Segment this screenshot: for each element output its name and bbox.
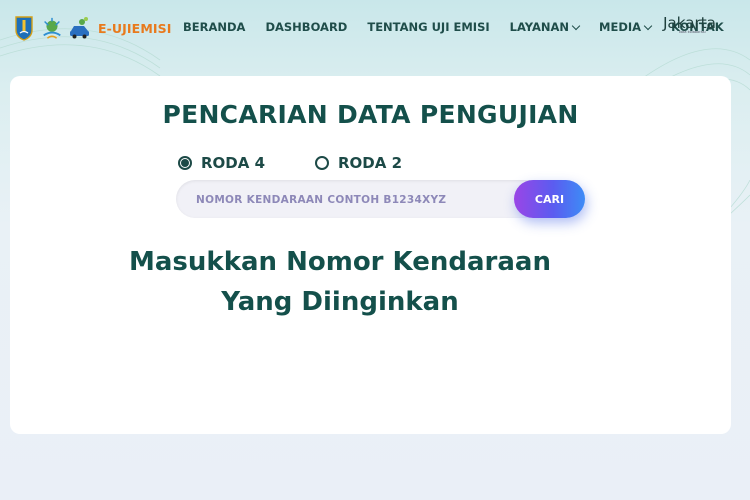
- environment-agency-logo-icon: [40, 14, 64, 42]
- radio-checked-icon[interactable]: [178, 156, 192, 170]
- search-button[interactable]: CARI: [514, 180, 585, 218]
- jakarta-city-logo[interactable]: Jakarta kota kolaborasi: [663, 14, 716, 34]
- nav-label: DASHBOARD: [265, 20, 348, 34]
- nav-label: MEDIA: [599, 20, 642, 34]
- nav-label: TENTANG UJI EMISI: [367, 20, 490, 34]
- radio-roda-4[interactable]: RODA 4: [178, 154, 315, 172]
- page-title: PENCARIAN DATA PENGUJIAN: [162, 100, 579, 129]
- radio-dot: [181, 159, 189, 167]
- nav-label: BERANDA: [183, 20, 246, 34]
- instruction-message: Masukkan Nomor Kendaraan Yang Diinginkan: [129, 247, 551, 317]
- radio-label-roda-2: RODA 2: [338, 154, 403, 172]
- search-bar: CARI: [176, 180, 585, 220]
- vehicle-type-radio-group: RODA 4 RODA 2: [178, 154, 402, 172]
- nav-item-layanan[interactable]: LAYANAN: [509, 20, 581, 34]
- site-header: E-UJIEMISI BERANDA DASHBOARD TENTANG UJI…: [0, 0, 750, 58]
- logo-group[interactable]: E-UJIEMISI: [12, 14, 171, 42]
- radio-unchecked-icon[interactable]: [315, 156, 329, 170]
- nav-label: LAYANAN: [509, 20, 570, 34]
- nav-item-beranda[interactable]: BERANDA: [183, 20, 245, 34]
- uji-emisi-car-logo-icon: [68, 14, 92, 42]
- search-card: PENCARIAN DATA PENGUJIAN RODA 4 RODA 2 C…: [10, 76, 731, 434]
- nav-item-dashboard[interactable]: DASHBOARD: [265, 20, 347, 34]
- radio-label-roda-4: RODA 4: [201, 154, 266, 172]
- chevron-down-icon: [643, 21, 653, 30]
- radio-roda-2[interactable]: RODA 2: [315, 154, 402, 172]
- chevron-down-icon: [571, 21, 581, 30]
- brand-name: E-UJIEMISI: [98, 20, 172, 36]
- main-navigation: BERANDA DASHBOARD TENTANG UJI EMISI LAYA…: [183, 20, 724, 34]
- dki-jakarta-crest-icon: [12, 14, 36, 42]
- nav-item-media[interactable]: MEDIA: [599, 20, 653, 34]
- vehicle-number-input[interactable]: [194, 180, 498, 220]
- nav-item-tentang-uji-emisi[interactable]: TENTANG UJI EMISI: [367, 20, 489, 34]
